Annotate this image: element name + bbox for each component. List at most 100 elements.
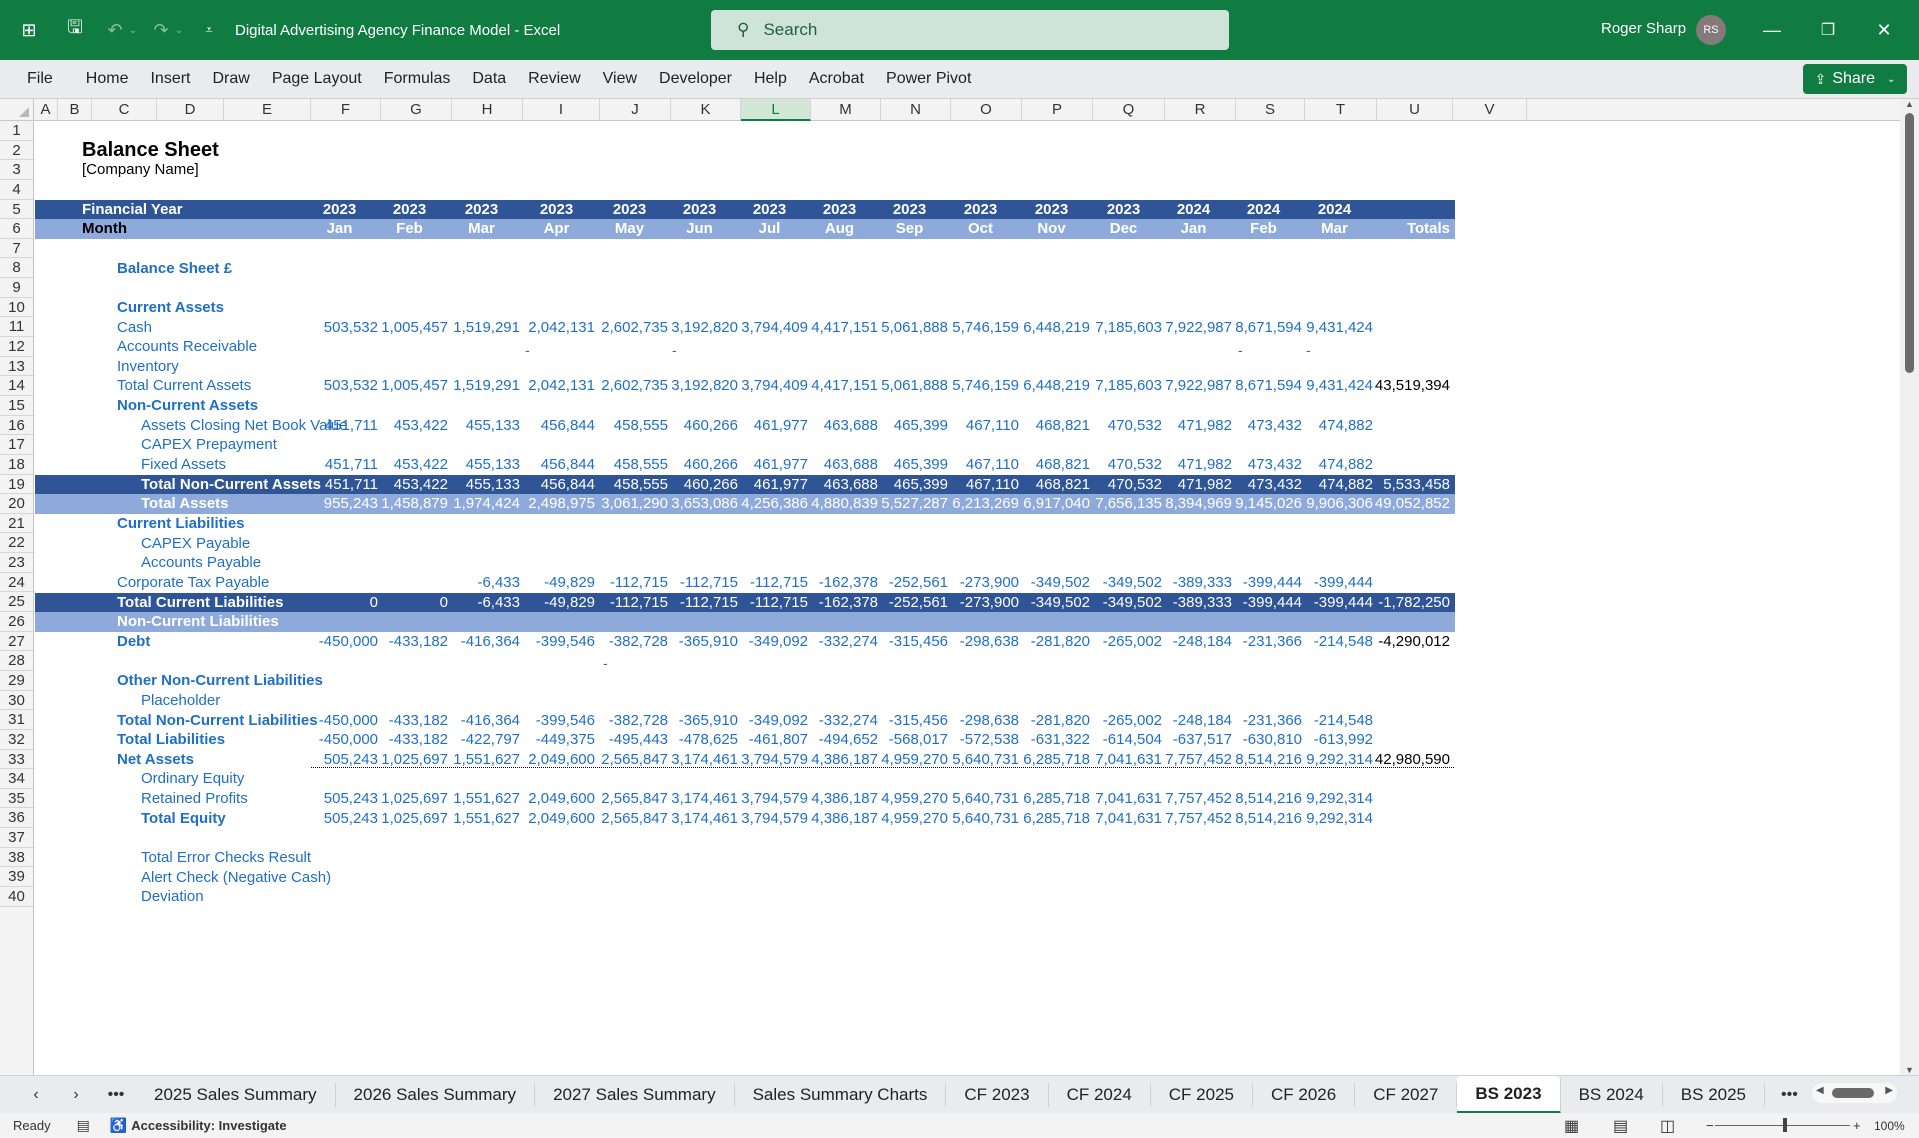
column-header-J[interactable]: J bbox=[600, 99, 671, 121]
row-label[interactable]: Accounts Payable bbox=[141, 553, 261, 573]
undo-icon[interactable]: ↶ bbox=[103, 18, 127, 42]
cell-total[interactable]: -4,290,012 bbox=[1363, 632, 1453, 652]
cell-value[interactable]: 2,042,131 bbox=[518, 318, 598, 338]
vertical-scroll-thumb[interactable] bbox=[1905, 113, 1914, 373]
ribbon-tab-review[interactable]: Review bbox=[528, 70, 580, 88]
cell-value[interactable]: 7,656,135 bbox=[1085, 494, 1165, 514]
cell-value[interactable]: 451,711 bbox=[301, 475, 381, 495]
cell-value[interactable]: 4,880,839 bbox=[801, 494, 881, 514]
cell-value[interactable]: 463,688 bbox=[801, 416, 881, 436]
cell-value[interactable]: 460,266 bbox=[661, 455, 741, 475]
cell-value[interactable]: -6,433 bbox=[443, 593, 523, 613]
select-all-button[interactable] bbox=[0, 99, 34, 121]
cell-value[interactable]: 4,959,270 bbox=[871, 789, 951, 809]
cell-value[interactable]: 8,671,594 bbox=[1225, 376, 1305, 396]
cell-value[interactable]: 7,041,631 bbox=[1085, 789, 1165, 809]
cell-value[interactable]: -332,274 bbox=[801, 632, 881, 652]
row-header-13[interactable]: 13 bbox=[0, 357, 33, 377]
accessibility-icon[interactable]: ♿ bbox=[110, 1117, 127, 1134]
row-header-31[interactable]: 31 bbox=[0, 710, 33, 730]
row-label[interactable]: Retained Profits bbox=[141, 789, 248, 809]
cell-value[interactable]: -162,378 bbox=[801, 573, 881, 593]
row-header-26[interactable]: 26 bbox=[0, 612, 33, 632]
cell-value[interactable]: 6,285,718 bbox=[1013, 809, 1093, 829]
cell-value[interactable]: 1,025,697 bbox=[371, 809, 451, 829]
cell-value[interactable]: 474,882 bbox=[1296, 455, 1376, 475]
horizontal-scrollbar[interactable]: ◀ ▶ bbox=[1812, 1083, 1897, 1103]
cell-value[interactable]: Jul bbox=[731, 219, 811, 239]
normal-view-icon[interactable]: ▦ bbox=[1564, 1116, 1579, 1136]
page-break-view-icon[interactable]: ◫ bbox=[1660, 1116, 1675, 1136]
cell-value[interactable]: -162,378 bbox=[801, 593, 881, 613]
cell-value[interactable]: Feb bbox=[371, 219, 451, 239]
row-header-34[interactable]: 34 bbox=[0, 769, 33, 789]
cell-value[interactable]: Oct bbox=[942, 219, 1022, 239]
row-header-18[interactable]: 18 bbox=[0, 455, 33, 475]
cell-value[interactable]: 9,145,026 bbox=[1225, 494, 1305, 514]
cell-value[interactable]: 3,174,461 bbox=[661, 789, 741, 809]
zoom-in-icon[interactable]: + bbox=[1853, 1118, 1861, 1133]
sheet-tab-cf-2026[interactable]: CF 2026 bbox=[1253, 1082, 1356, 1107]
cell-value[interactable]: 4,386,187 bbox=[801, 789, 881, 809]
ribbon-tab-page-layout[interactable]: Page Layout bbox=[272, 70, 362, 88]
zoom-level[interactable]: 100% bbox=[1874, 1119, 1905, 1133]
cell-value[interactable]: Jan bbox=[301, 219, 381, 239]
cell-value[interactable]: 4,256,386 bbox=[731, 494, 811, 514]
cell-value[interactable]: -478,625 bbox=[661, 730, 741, 750]
column-header-V[interactable]: V bbox=[1453, 99, 1527, 121]
column-header-Q[interactable]: Q bbox=[1093, 99, 1165, 121]
cell-value[interactable]: 2023 bbox=[301, 200, 381, 220]
cell-value[interactable]: Mar bbox=[443, 219, 523, 239]
cell-value[interactable]: 9,292,314 bbox=[1296, 809, 1376, 829]
cell-value[interactable]: -399,546 bbox=[518, 632, 598, 652]
cell-value[interactable]: 9,292,314 bbox=[1296, 789, 1376, 809]
search-input[interactable]: ⚲ Search bbox=[711, 10, 1229, 50]
cell-value[interactable]: 3,192,820 bbox=[661, 376, 741, 396]
sheet-title[interactable]: Balance Sheet bbox=[82, 140, 219, 161]
cell-value[interactable]: 2023 bbox=[518, 200, 598, 220]
cell-value[interactable]: 451,711 bbox=[301, 416, 381, 436]
cell-value[interactable]: -231,366 bbox=[1225, 632, 1305, 652]
cell-value[interactable]: 9,431,424 bbox=[1296, 318, 1376, 338]
save-icon[interactable]: 🖫 bbox=[63, 17, 87, 42]
ribbon-tab-file[interactable]: File bbox=[27, 70, 53, 88]
cell-value[interactable]: 7,757,452 bbox=[1155, 809, 1235, 829]
redo-dropdown-icon[interactable]: ⌄ bbox=[173, 18, 185, 42]
cell-value[interactable]: 460,266 bbox=[661, 475, 741, 495]
cell-value[interactable]: 2024 bbox=[1225, 200, 1305, 220]
row-label[interactable]: Total Current Liabilities bbox=[117, 593, 283, 613]
cell-value[interactable]: Jun bbox=[661, 219, 741, 239]
cell-value[interactable]: 2024 bbox=[1155, 200, 1235, 220]
row-label[interactable]: Alert Check (Negative Cash) bbox=[141, 868, 331, 888]
cell-value[interactable]: 1,551,627 bbox=[443, 809, 523, 829]
column-header-E[interactable]: E bbox=[224, 99, 311, 121]
chevron-down-icon[interactable]: ⌄ bbox=[1887, 74, 1895, 85]
column-header-H[interactable]: H bbox=[452, 99, 523, 121]
cell-value[interactable]: 456,844 bbox=[518, 455, 598, 475]
cell-value[interactable]: 5,527,287 bbox=[871, 494, 951, 514]
row-header-28[interactable]: 28 bbox=[0, 651, 33, 671]
row-label[interactable]: Net Assets bbox=[117, 750, 194, 770]
row-label[interactable]: Non-Current Liabilities bbox=[117, 612, 279, 632]
cell-value[interactable]: -281,820 bbox=[1013, 711, 1093, 731]
cell-value[interactable]: 0 bbox=[371, 593, 451, 613]
cell-value[interactable]: -382,728 bbox=[591, 632, 671, 652]
row-header-25[interactable]: 25 bbox=[0, 592, 33, 613]
cell-value[interactable]: 3,174,461 bbox=[661, 809, 741, 829]
cell-value[interactable]: 0 bbox=[301, 593, 381, 613]
cell-value[interactable]: -349,502 bbox=[1013, 573, 1093, 593]
cell-value[interactable]: Dec bbox=[1085, 219, 1165, 239]
column-header-U[interactable]: U bbox=[1377, 99, 1453, 121]
row-header-30[interactable]: 30 bbox=[0, 691, 33, 711]
row-label[interactable]: Corporate Tax Payable bbox=[117, 573, 269, 593]
cell-value[interactable]: 7,185,603 bbox=[1085, 376, 1165, 396]
column-header-C[interactable]: C bbox=[92, 99, 157, 121]
row-label[interactable]: Inventory bbox=[117, 357, 179, 377]
sheet-tab-sales-summary-charts[interactable]: Sales Summary Charts bbox=[735, 1082, 947, 1107]
row-header-40[interactable]: 40 bbox=[0, 887, 33, 907]
row-header-3[interactable]: 3 bbox=[0, 160, 33, 180]
cell-value[interactable]: 2023 bbox=[801, 200, 881, 220]
row-header-27[interactable]: 27 bbox=[0, 632, 33, 652]
ribbon-tab-power-pivot[interactable]: Power Pivot bbox=[886, 70, 971, 88]
cell-value[interactable]: Feb bbox=[1225, 219, 1305, 239]
